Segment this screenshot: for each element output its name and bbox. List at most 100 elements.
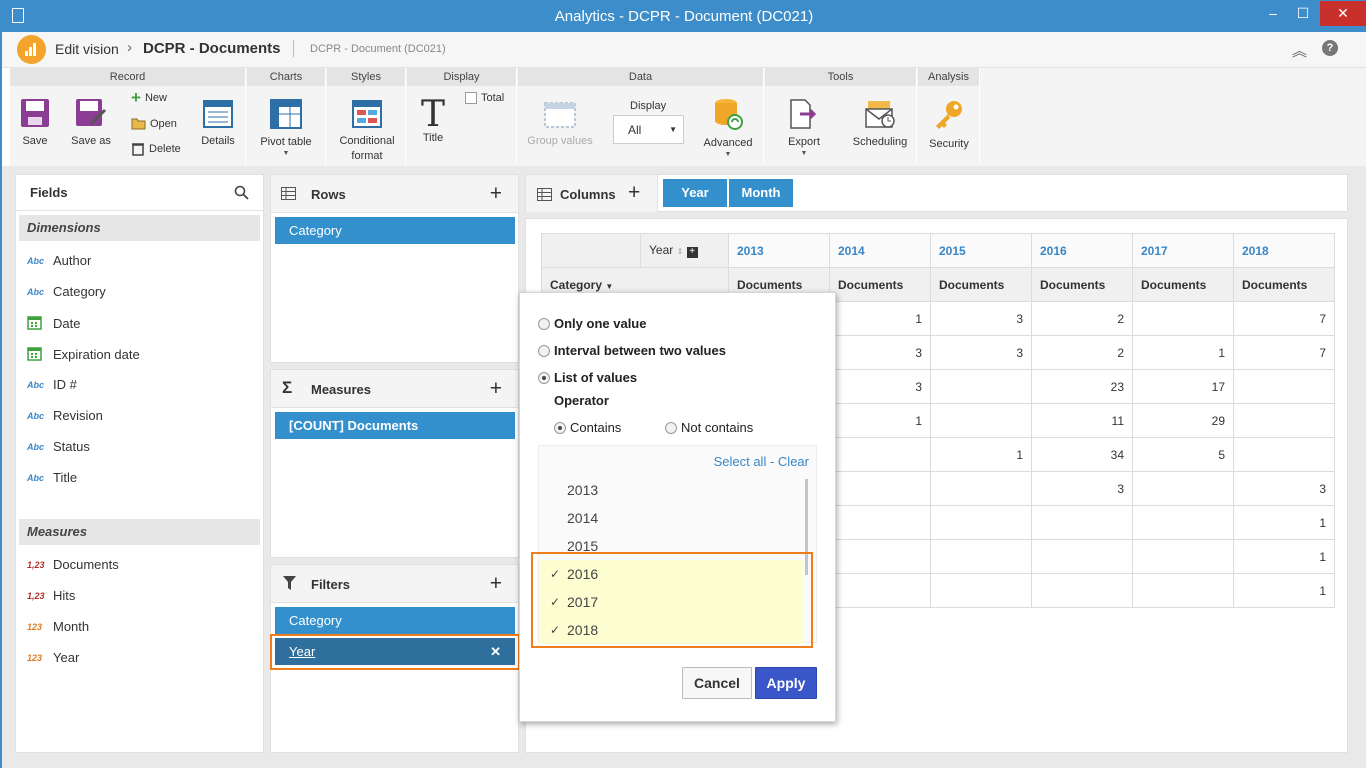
- breadcrumb-edit-vision[interactable]: Edit vision: [55, 41, 119, 57]
- rows-title: Rows: [311, 187, 346, 202]
- dimension-field[interactable]: Abc ID #: [27, 377, 77, 392]
- add-column-button[interactable]: +: [628, 181, 640, 205]
- pivot-cell: 11: [1031, 403, 1133, 438]
- scheduling-button[interactable]: Scheduling: [850, 99, 910, 148]
- dimension-field[interactable]: Abc Status: [27, 439, 90, 454]
- pivot-year-header[interactable]: 2015: [930, 233, 1032, 268]
- close-button[interactable]: ✕: [1320, 1, 1366, 26]
- chevron-right-icon: ›: [127, 39, 132, 56]
- list-item[interactable]: 2014: [539, 504, 803, 532]
- measure-field[interactable]: 1,23 Hits: [27, 588, 75, 603]
- dimension-field[interactable]: Abc Title: [27, 470, 77, 485]
- pivot-year-label[interactable]: Year ⇕ +: [640, 233, 729, 268]
- column-chip-month[interactable]: Month: [729, 179, 793, 207]
- pivot-cell: 3: [1031, 471, 1133, 506]
- measure-field[interactable]: 123 Month: [27, 619, 89, 634]
- details-button[interactable]: Details: [198, 100, 238, 147]
- pivot-cell: 3: [930, 335, 1032, 370]
- measures-panel-header: Σ Measures +: [271, 370, 518, 408]
- save-as-button[interactable]: Save as: [66, 98, 116, 147]
- select-all-link[interactable]: Select all: [714, 454, 767, 469]
- clear-link[interactable]: Clear: [778, 454, 809, 469]
- measures-header: Measures: [19, 519, 260, 545]
- dimension-field[interactable]: Date: [27, 315, 80, 332]
- dimension-field[interactable]: Abc Author: [27, 253, 91, 268]
- key-icon: [936, 101, 962, 129]
- pivot-cell: [829, 573, 931, 608]
- add-row-button[interactable]: +: [490, 182, 502, 206]
- group-label: Display: [407, 68, 516, 86]
- contains-label: Contains: [570, 420, 622, 435]
- pivot-cell: [1031, 505, 1133, 540]
- pivot-cell: [829, 505, 931, 540]
- cancel-button[interactable]: Cancel: [682, 667, 752, 699]
- pivot-year-header[interactable]: 2013: [728, 233, 830, 268]
- field-label: Year: [53, 650, 80, 665]
- column-chip-year[interactable]: Year: [663, 179, 727, 207]
- group-label: Record: [10, 68, 245, 86]
- add-measure-button[interactable]: +: [490, 377, 502, 401]
- save-button[interactable]: Save: [14, 98, 56, 147]
- new-button[interactable]: + New: [131, 89, 167, 106]
- pivot-year-header[interactable]: 2018: [1233, 233, 1335, 268]
- add-filter-button[interactable]: +: [490, 572, 502, 596]
- minimize-button[interactable]: –: [1256, 1, 1290, 26]
- year-filter-popup: Only one value Interval between two valu…: [519, 292, 836, 722]
- search-icon[interactable]: [234, 185, 249, 200]
- pivot-cell: 1: [1132, 335, 1234, 370]
- dimension-field[interactable]: Expiration date: [27, 346, 140, 363]
- expand-icon[interactable]: +: [686, 247, 698, 258]
- decimal-type-icon: 1,23: [27, 559, 45, 570]
- maximize-button[interactable]: ☐: [1286, 1, 1320, 26]
- folder-open-icon: [131, 118, 146, 130]
- trash-icon: [132, 143, 144, 156]
- pivot-cell: 1: [829, 403, 931, 438]
- export-label: Export: [788, 136, 820, 148]
- interval-radio[interactable]: Interval between two values: [538, 343, 726, 358]
- security-label: Security: [929, 138, 969, 150]
- contains-radio[interactable]: Contains: [554, 420, 621, 435]
- export-button[interactable]: Export ▼: [778, 99, 830, 157]
- security-button[interactable]: Security: [924, 99, 974, 150]
- text-type-icon: Abc: [27, 286, 45, 297]
- row-chip-category[interactable]: Category: [275, 217, 515, 244]
- pivot-cell: [930, 471, 1032, 506]
- delete-button[interactable]: Delete: [131, 142, 181, 156]
- pivot-measure-header: Documents: [1233, 267, 1335, 302]
- save-icon: [21, 99, 49, 127]
- apply-button[interactable]: Apply: [755, 667, 817, 699]
- not-contains-radio[interactable]: Not contains: [665, 420, 753, 435]
- pivot-year-header[interactable]: 2016: [1031, 233, 1133, 268]
- open-button[interactable]: Open: [131, 117, 177, 130]
- new-label: New: [144, 92, 167, 104]
- caret-down-icon: ▼: [800, 150, 808, 157]
- pivot-year-header[interactable]: 2014: [829, 233, 931, 268]
- field-label: Status: [53, 439, 90, 454]
- caret-down-icon: ▼: [724, 151, 732, 158]
- pivot-cell: [1132, 471, 1234, 506]
- pivot-cell: 2: [1031, 335, 1133, 370]
- delete-label: Delete: [149, 143, 181, 155]
- pivot-table-button[interactable]: Pivot table ▼: [255, 99, 317, 157]
- pivot-cell: [829, 437, 931, 472]
- collapse-icon[interactable]: ︽: [1292, 40, 1307, 61]
- display-select[interactable]: All ▼: [613, 115, 684, 144]
- list-item[interactable]: 2013: [539, 476, 803, 504]
- list-of-values-radio[interactable]: List of values: [538, 370, 637, 385]
- measure-chip-count-documents[interactable]: [COUNT] Documents: [275, 412, 515, 439]
- pivot-cell: [1031, 573, 1133, 608]
- title-button[interactable]: T Title: [415, 97, 451, 145]
- dimension-field[interactable]: Abc Revision: [27, 408, 103, 423]
- group-values-button[interactable]: Group values: [525, 102, 595, 147]
- filter-chip-category[interactable]: Category: [275, 607, 515, 634]
- dimension-field[interactable]: Abc Category: [27, 284, 106, 299]
- pivot-year-header[interactable]: 2017: [1132, 233, 1234, 268]
- measure-field[interactable]: 123 Year: [27, 650, 79, 665]
- columns-bar: Columns + Year Month: [525, 174, 1348, 212]
- conditional-format-button[interactable]: Conditional format: [333, 100, 401, 162]
- total-checkbox[interactable]: Total: [465, 92, 504, 104]
- help-icon[interactable]: ?: [1322, 40, 1338, 56]
- advanced-button[interactable]: Advanced ▼: [700, 98, 756, 158]
- only-one-value-radio[interactable]: Only one value: [538, 316, 646, 331]
- measure-field[interactable]: 1,23 Documents: [27, 557, 119, 572]
